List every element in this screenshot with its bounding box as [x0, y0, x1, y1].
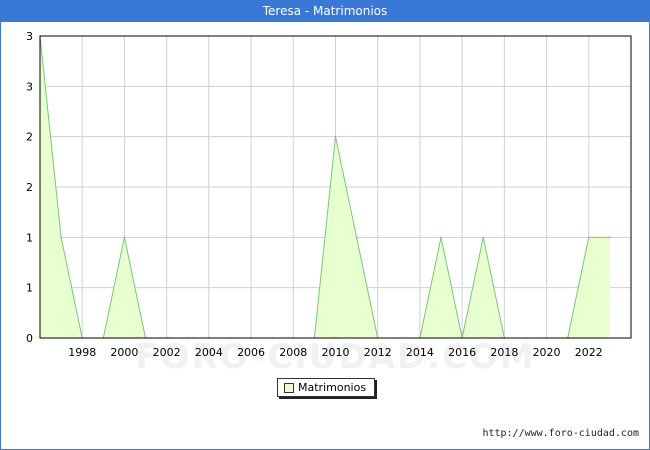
data-point [334, 135, 337, 138]
y-tick-label: 3 [26, 30, 33, 43]
x-tick-label: 2016 [448, 346, 476, 359]
source-url: http://www.foro-ciudad.com [482, 428, 639, 439]
y-tick-label: 1 [26, 231, 33, 244]
x-tick-label: 2010 [322, 346, 350, 359]
data-point [587, 236, 590, 239]
data-point [60, 236, 62, 239]
data-point [123, 236, 126, 239]
x-tick-label: 2004 [195, 346, 223, 359]
data-point [440, 236, 442, 239]
data-point [609, 236, 611, 239]
x-tick-label: 2008 [279, 346, 307, 359]
y-tick-label: 0 [26, 332, 33, 345]
x-tick-label: 2020 [533, 346, 561, 359]
x-tick-label: 2014 [406, 346, 434, 359]
data-point [355, 236, 358, 239]
y-tick-label: 2 [26, 181, 33, 194]
x-tick-label: 2006 [237, 346, 265, 359]
legend-label: Matrimonios [298, 381, 367, 394]
x-tick-label: 2022 [575, 346, 603, 359]
x-tick-label: 2018 [490, 346, 518, 359]
x-tick-label: 2002 [153, 346, 181, 359]
data-point [482, 236, 485, 239]
y-tick-label: 2 [26, 131, 33, 144]
y-tick-label: 1 [26, 282, 33, 295]
chart-frame: Teresa - Matrimonios FORO-CIUDAD.COM 0 1 1 2… [0, 0, 650, 450]
x-tick-label: 2000 [110, 346, 138, 359]
x-tick-label: 2012 [364, 346, 392, 359]
legend-swatch [284, 383, 294, 393]
x-tick-label: 1998 [68, 346, 96, 359]
y-tick-label: 3 [26, 80, 33, 93]
legend: Matrimonios [277, 378, 375, 397]
